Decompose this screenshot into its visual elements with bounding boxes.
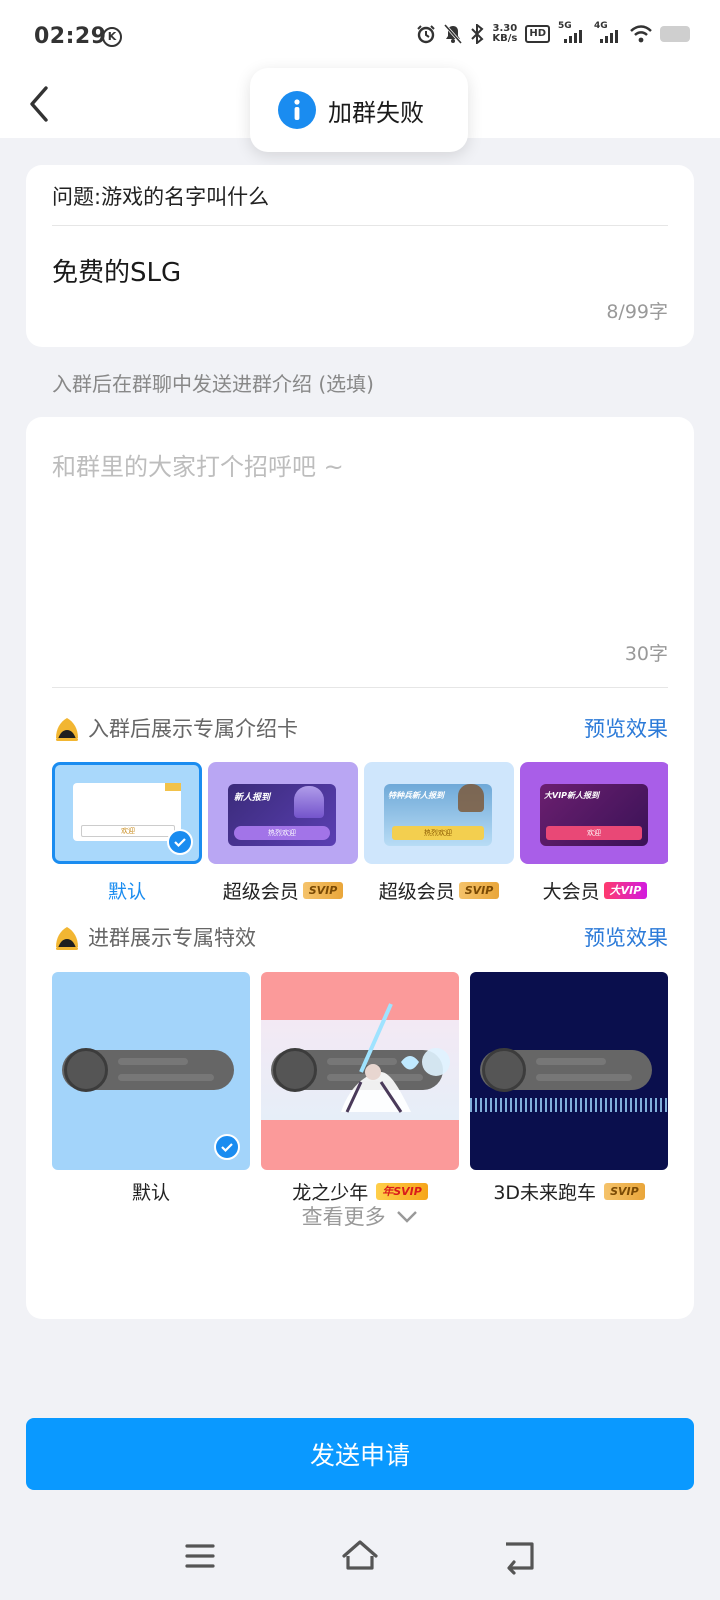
intro-card-option-label: 大会员 — [542, 881, 600, 903]
effect-thumb — [52, 972, 250, 1170]
effect-thumb — [261, 972, 459, 1170]
divider — [52, 687, 668, 688]
bluetooth-icon — [471, 24, 484, 44]
see-more-button[interactable]: 查看更多 — [26, 1201, 694, 1231]
intro-hint: 入群后在群聊中发送进群介绍 (选填) — [52, 372, 374, 396]
intro-card-option-label: 超级会员 — [378, 881, 455, 903]
intro-card-option-label: 默认 — [107, 881, 146, 903]
battery-icon — [660, 26, 690, 42]
effect-option-dragon[interactable]: 龙之少年 年SVIP — [261, 972, 459, 1205]
home-icon[interactable] — [338, 1534, 382, 1578]
back-icon[interactable] — [498, 1534, 542, 1578]
intro-card-preview-link[interactable]: 预览效果 — [584, 713, 668, 743]
mute-icon — [444, 24, 463, 44]
intro-card-thumb: 特种兵新人报到 热烈欢迎 — [364, 762, 514, 864]
signal-4g-icon: 4G — [594, 21, 622, 43]
alarm-icon — [417, 25, 436, 44]
avatar — [273, 1048, 317, 1092]
send-request-button[interactable]: 发送申请 — [26, 1418, 694, 1490]
check-icon — [214, 1134, 240, 1160]
status-icons: 3.30 KB/s HD 5G 4G — [416, 21, 690, 44]
light-stream — [470, 1098, 668, 1112]
question-text: 问题:游戏的名字叫什么 — [52, 185, 270, 209]
divider — [52, 225, 668, 226]
k-badge-icon: K — [102, 27, 122, 47]
check-icon — [167, 829, 193, 855]
intro-card-option-vip[interactable]: 大VIP新人报到 欢迎 大会员 大VIP — [520, 762, 668, 904]
vip-badge: 大VIP — [603, 882, 648, 899]
answer-counter: 8/99字 — [606, 301, 668, 323]
toast-text: 加群失败 — [328, 98, 424, 127]
hd-icon: HD — [525, 25, 550, 43]
effect-option-3d-car[interactable]: 3D未来跑车 SVIP — [470, 972, 668, 1205]
system-nav-bar — [0, 1520, 720, 1600]
year-svip-badge: 年SVIP — [376, 1183, 428, 1200]
avatar — [482, 1048, 526, 1092]
intro-card-thumb: 新人报到 热烈欢迎 — [208, 762, 358, 864]
status-time: 02:29 — [34, 24, 107, 49]
intro-card-option-svip-2[interactable]: 特种兵新人报到 热烈欢迎 超级会员 SVIP — [364, 762, 514, 904]
intro-card-option-default[interactable]: 欢迎 默认 — [52, 762, 202, 904]
intro-card-option-label: 超级会员 — [222, 881, 299, 903]
effect-options: 默认 龙之少年 年SVIP 3D未来跑车 SVIP — [52, 972, 668, 1212]
intro-card-options: 欢迎 默认 新人报到 热烈欢迎 超级会员 SVIP 特种兵新人报到 热烈欢迎 超级 — [52, 762, 668, 922]
avatar — [64, 1048, 108, 1092]
crown-icon — [56, 927, 78, 950]
error-toast: 加群失败 — [250, 68, 468, 152]
svip-badge: SVIP — [458, 882, 500, 899]
crown-icon — [56, 718, 78, 741]
intro-counter: 30字 — [624, 643, 668, 665]
svip-badge: SVIP — [302, 882, 344, 899]
effects-preview-link[interactable]: 预览效果 — [584, 922, 668, 952]
net-speed: 3.30 KB/s — [492, 23, 518, 44]
info-icon — [278, 91, 316, 129]
dragon-figure-icon — [341, 1003, 450, 1113]
svip-badge: SVIP — [604, 1183, 645, 1200]
signal-5g-icon: 5G — [558, 21, 586, 43]
answer-input[interactable] — [52, 255, 652, 285]
effects-title: 进群展示专属特效 — [88, 926, 256, 950]
question-card: 问题:游戏的名字叫什么 8/99字 — [26, 165, 694, 347]
intro-card-thumb: 大VIP新人报到 欢迎 — [520, 762, 668, 864]
intro-input[interactable] — [52, 447, 662, 627]
chevron-down-icon — [397, 1211, 418, 1223]
menu-icon[interactable] — [178, 1534, 222, 1578]
effect-option-default[interactable]: 默认 — [52, 972, 250, 1205]
see-more-label: 查看更多 — [301, 1205, 386, 1229]
intro-card-title: 入群后展示专属介绍卡 — [88, 717, 298, 741]
wifi-icon — [630, 25, 652, 43]
effect-thumb — [470, 972, 668, 1170]
intro-card-thumb: 欢迎 — [52, 762, 202, 864]
intro-card-header: 入群后展示专属介绍卡 预览效果 — [52, 711, 668, 745]
intro-card: 30字 入群后展示专属介绍卡 预览效果 欢迎 默认 新人报到 热烈欢迎 — [26, 417, 694, 1319]
intro-card-option-svip-1[interactable]: 新人报到 热烈欢迎 超级会员 SVIP — [208, 762, 358, 904]
effects-header: 进群展示专属特效 预览效果 — [52, 920, 668, 954]
back-arrow-icon[interactable] — [20, 84, 60, 124]
